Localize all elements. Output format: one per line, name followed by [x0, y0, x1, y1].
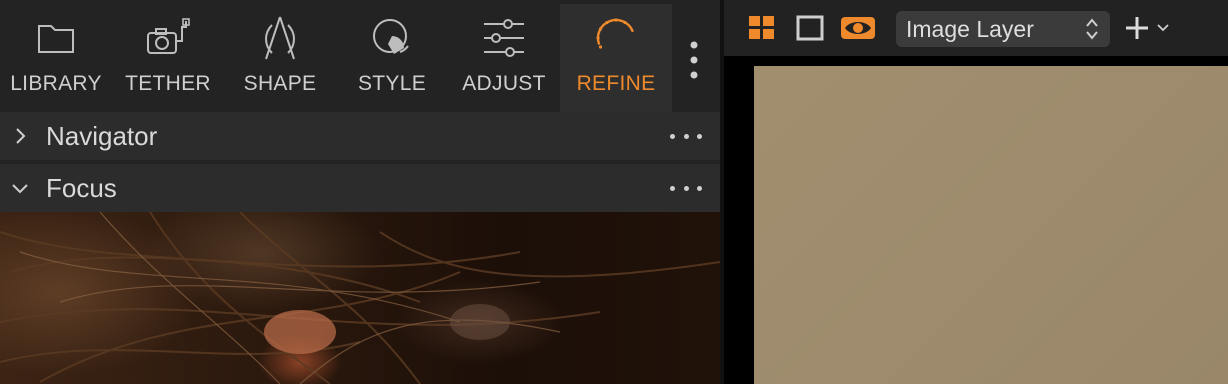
tab-label: ADJUST: [462, 72, 546, 95]
chevron-down-icon[interactable]: [0, 164, 40, 212]
grid-view-icon[interactable]: [746, 12, 778, 44]
single-view-icon[interactable]: [794, 12, 826, 44]
sliders-icon: [480, 14, 528, 62]
tool-tabs-bar: LIBRARY TETHER SHAPE STYLE ADJUST REFINE: [0, 0, 720, 112]
focus-preview-image[interactable]: [0, 212, 720, 384]
tab-label: SHAPE: [243, 72, 317, 95]
dot: [670, 133, 675, 139]
focus-tool-header[interactable]: Focus: [0, 164, 720, 212]
image-viewer: Image Layer: [724, 0, 1228, 384]
chevron-right-icon[interactable]: [0, 112, 40, 160]
hair-strands: [0, 212, 720, 384]
vertical-dots-icon: [690, 41, 698, 79]
focus-options-button[interactable]: [670, 176, 702, 200]
shape-icon: [256, 14, 304, 62]
more-tabs-button[interactable]: [676, 30, 712, 90]
folder-icon: [32, 14, 80, 62]
dot: [697, 133, 702, 139]
layer-select[interactable]: Image Layer: [896, 11, 1110, 47]
tab-shape[interactable]: SHAPE: [224, 4, 336, 112]
style-icon: [368, 14, 416, 62]
tab-label: REFINE: [576, 72, 656, 95]
updown-chevron-icon: [1086, 18, 1098, 40]
preview-eye-icon[interactable]: [838, 12, 878, 44]
navigator-title: Navigator: [46, 120, 158, 151]
tab-label: TETHER: [125, 72, 211, 95]
tethered-camera-icon: [144, 14, 192, 62]
dot: [670, 185, 675, 191]
tab-tether[interactable]: TETHER: [112, 4, 224, 112]
navigator-options-button[interactable]: [670, 124, 702, 148]
dot: [683, 133, 689, 139]
tab-refine[interactable]: REFINE: [560, 4, 672, 112]
add-layer-button[interactable]: [1124, 12, 1174, 44]
refine-icon: [592, 14, 640, 62]
chevron-down-icon: [1157, 24, 1169, 32]
add-layer-icon: [1126, 17, 1148, 39]
navigator-tool-header[interactable]: Navigator: [0, 112, 720, 160]
viewer-toolbar: Image Layer: [724, 0, 1228, 56]
tab-label: STYLE: [357, 72, 427, 95]
dot: [697, 185, 702, 191]
tab-style[interactable]: STYLE: [336, 4, 448, 112]
tab-library[interactable]: LIBRARY: [0, 4, 112, 112]
layer-select-value: Image Layer: [906, 15, 1034, 42]
focus-title: Focus: [46, 172, 117, 203]
tool-panel: LIBRARY TETHER SHAPE STYLE ADJUST REFINE…: [0, 0, 720, 384]
image-canvas[interactable]: [754, 66, 1228, 384]
tab-label: LIBRARY: [10, 72, 102, 95]
tab-adjust[interactable]: ADJUST: [448, 4, 560, 112]
dot: [683, 185, 689, 191]
